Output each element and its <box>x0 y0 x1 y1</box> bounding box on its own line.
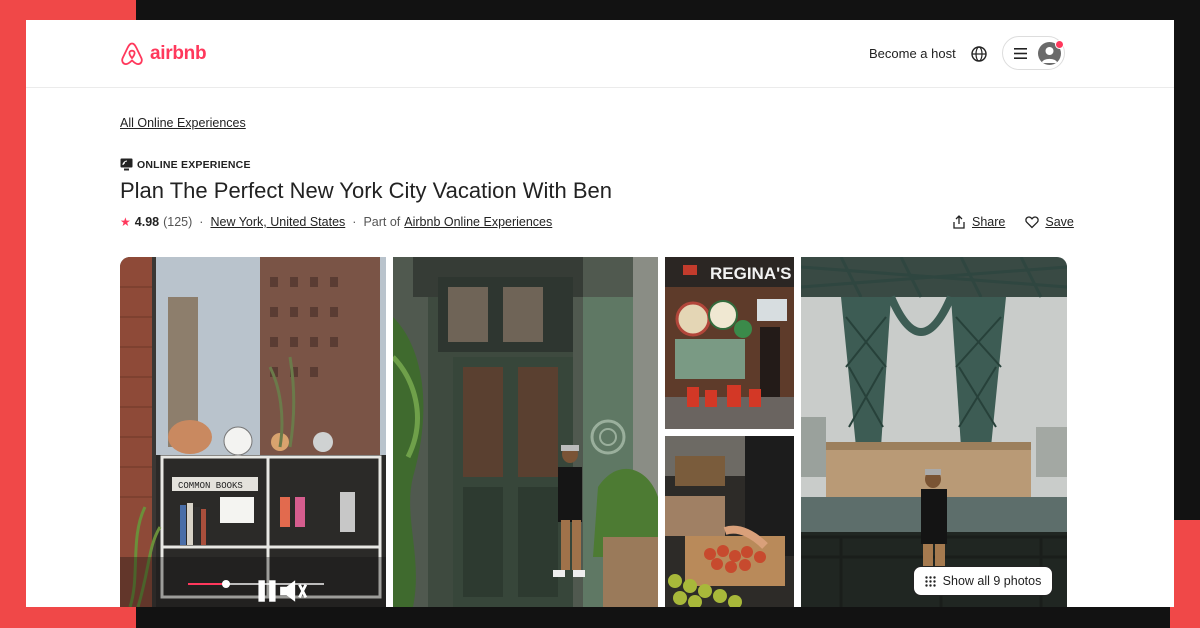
video-controls <box>120 569 386 602</box>
photo-gallery: COMMON BOOKS REGINA'S <box>120 257 1067 607</box>
hamburger-icon <box>1014 48 1027 59</box>
photo-manhattan-bridge[interactable] <box>801 257 1067 607</box>
part-of-label: Part of <box>363 215 401 229</box>
listing-meta: ★ 4.98 (125) · New York, United States ·… <box>120 215 552 229</box>
save-label: Save <box>1045 215 1074 229</box>
experience-type-label: ONLINE EXPERIENCE <box>137 158 251 171</box>
video-progress-fill <box>188 583 227 585</box>
produce-photo-image <box>665 436 794 607</box>
review-count[interactable]: (125) <box>163 215 192 229</box>
heart-icon <box>1025 216 1040 229</box>
photo-market-produce[interactable] <box>665 436 794 607</box>
become-a-host-link[interactable]: Become a host <box>869 46 956 61</box>
background-red-right <box>1170 520 1200 628</box>
listing-actions: Share Save <box>952 215 1074 229</box>
top-navigation-bar: airbnb Become a host <box>26 20 1174 88</box>
location-link[interactable]: New York, United States <box>210 215 345 229</box>
share-button[interactable]: Share <box>952 215 1005 229</box>
separator-dot: · <box>352 215 357 229</box>
mute-icon[interactable] <box>160 576 386 606</box>
browser-page: airbnb Become a host All Online Experien… <box>26 20 1174 607</box>
user-menu-button[interactable] <box>1002 36 1065 70</box>
brand-name: airbnb <box>150 43 207 64</box>
share-icon <box>953 215 965 229</box>
globe-icon[interactable] <box>970 45 988 63</box>
door-photo-image <box>393 257 658 607</box>
separator-dot: · <box>199 215 204 229</box>
photo-door[interactable] <box>393 257 658 607</box>
breadcrumb-all-online-experiences[interactable]: All Online Experiences <box>120 116 246 130</box>
airbnb-online-experiences-link[interactable]: Airbnb Online Experiences <box>404 215 552 229</box>
grid-icon <box>924 575 936 587</box>
fullscreen-icon[interactable] <box>358 576 386 606</box>
save-button[interactable]: Save <box>1025 215 1074 229</box>
show-all-photos-button[interactable]: Show all 9 photos <box>913 566 1053 596</box>
share-label: Share <box>972 215 1006 229</box>
video-frame-image: COMMON BOOKS <box>120 257 386 607</box>
storefront-photo-image: REGINA'S <box>665 257 794 429</box>
experience-type-tag: ONLINE EXPERIENCE <box>120 158 251 171</box>
svg-text:COMMON BOOKS: COMMON BOOKS <box>178 481 243 491</box>
airbnb-logo-icon <box>121 42 143 66</box>
show-all-photos-label: Show all 9 photos <box>942 574 1042 588</box>
rating-value: 4.98 <box>134 215 160 229</box>
experience-video[interactable]: COMMON BOOKS <box>120 257 386 607</box>
bridge-photo-image <box>801 257 1067 607</box>
online-experience-icon <box>120 158 133 171</box>
star-icon: ★ <box>120 215 131 229</box>
airbnb-logo[interactable]: airbnb <box>120 41 207 67</box>
notification-dot <box>1055 40 1064 49</box>
video-progress-bar[interactable] <box>188 580 324 588</box>
photo-reginas-storefront[interactable]: REGINA'S <box>665 257 794 429</box>
listing-title: Plan The Perfect New York City Vacation … <box>120 178 612 203</box>
svg-text:REGINA'S: REGINA'S <box>710 264 792 283</box>
